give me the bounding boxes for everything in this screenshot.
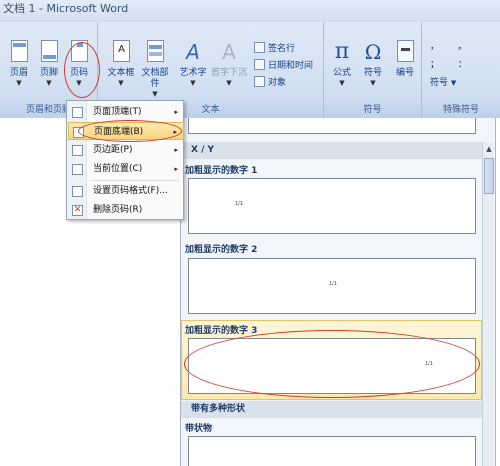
menu-item-page-top[interactable]: 页面顶端(T) ▸ bbox=[68, 103, 184, 121]
group-special-symbols: ， 。 ； ： 符号 ▼ 特殊符号 bbox=[422, 22, 500, 118]
current-position-icon bbox=[72, 164, 83, 175]
gallery-item-title-shape: 带状物 bbox=[185, 424, 213, 434]
menu-item-current-position[interactable]: 当前位置(C) ▸ bbox=[68, 160, 184, 178]
page-number-text: 1/1 bbox=[329, 281, 338, 287]
footer-icon bbox=[38, 40, 60, 64]
group-label-symbols: 符号 bbox=[324, 103, 421, 118]
special-symbol-comma[interactable]: ， bbox=[430, 40, 439, 54]
header-icon bbox=[8, 40, 30, 64]
dropcap-icon: A bbox=[222, 40, 236, 64]
equation-button[interactable]: π 公式 ▼ bbox=[327, 40, 357, 88]
special-symbol-period[interactable]: 。 bbox=[458, 40, 467, 54]
signature-button[interactable]: 签名行 bbox=[254, 42, 295, 56]
omega-icon: Ω bbox=[364, 40, 382, 64]
gallery-section-xy: X / Y bbox=[181, 142, 482, 159]
page-number-button[interactable]: 页码 ▼ bbox=[64, 40, 94, 88]
submenu-arrow-icon: ▸ bbox=[174, 108, 178, 116]
scroll-up-icon[interactable]: ▲ bbox=[483, 142, 495, 156]
footer-button[interactable]: 页脚 ▼ bbox=[34, 40, 64, 88]
dropcap-button[interactable]: A 首字下沉 ▼ bbox=[210, 40, 248, 88]
pi-icon: π bbox=[334, 39, 350, 64]
gallery-item-3[interactable]: 1/1 bbox=[188, 338, 476, 394]
symbol-button[interactable]: Ω 符号 ▼ bbox=[358, 40, 388, 88]
page-top-icon bbox=[72, 107, 83, 118]
wordart-icon: A bbox=[186, 40, 200, 64]
special-symbol-semicolon[interactable]: ； bbox=[430, 58, 439, 72]
gallery-item-title-3: 加粗显示的数字 3 bbox=[185, 326, 258, 336]
signature-icon bbox=[254, 42, 265, 53]
page-number-text: 1/1 bbox=[235, 201, 244, 207]
page-bottom-icon bbox=[73, 127, 84, 138]
number-icon bbox=[394, 40, 416, 64]
submenu-arrow-icon: ▸ bbox=[173, 128, 177, 136]
gallery-item-shape[interactable] bbox=[188, 436, 476, 466]
scrollbar-thumb[interactable] bbox=[484, 158, 494, 194]
quickparts-button[interactable]: 文档部件 ▼ bbox=[140, 40, 170, 99]
special-symbol-colon[interactable]: ： bbox=[458, 58, 467, 72]
object-button[interactable]: 对象 bbox=[254, 76, 286, 90]
format-icon bbox=[72, 186, 83, 197]
gallery-item-2[interactable]: 1/1 bbox=[188, 258, 476, 314]
calendar-icon bbox=[254, 59, 265, 70]
header-button[interactable]: 页眉 ▼ bbox=[4, 40, 34, 88]
special-symbol-more-button[interactable]: 符号 ▼ bbox=[430, 76, 456, 90]
textbox-button[interactable]: A 文本框 ▼ bbox=[106, 40, 136, 88]
wordart-button[interactable]: A 艺术字 ▼ bbox=[178, 40, 208, 88]
gallery-item-1[interactable]: 1/1 bbox=[188, 178, 476, 234]
submenu-arrow-icon: ▸ bbox=[174, 146, 178, 154]
quickparts-icon bbox=[144, 40, 166, 64]
page-number-icon bbox=[68, 40, 90, 64]
page-margin-icon bbox=[72, 145, 83, 156]
object-icon bbox=[254, 76, 265, 87]
gallery-item-title-2: 加粗显示的数字 2 bbox=[185, 245, 258, 255]
group-symbols: π 公式 ▼ Ω 符号 ▼ 编号 符号 bbox=[324, 22, 422, 118]
group-label-special-symbols: 特殊符号 bbox=[422, 103, 500, 118]
gallery-scrollbar[interactable]: ▲ bbox=[482, 142, 494, 466]
submenu-arrow-icon: ▸ bbox=[174, 165, 178, 173]
datetime-button[interactable]: 日期和时间 bbox=[254, 59, 313, 73]
menu-item-page-margin[interactable]: 页边距(P) ▸ bbox=[68, 141, 184, 159]
textbox-icon: A bbox=[110, 40, 132, 64]
number-button[interactable]: 编号 bbox=[390, 40, 420, 79]
menu-item-format-page-numbers[interactable]: 设置页码格式(F)... bbox=[68, 182, 184, 200]
menu-item-remove-page-numbers[interactable]: ✕ 删除页码(R) bbox=[68, 201, 184, 219]
menu-separator bbox=[91, 180, 179, 181]
delete-icon: ✕ bbox=[72, 205, 83, 216]
page-number-text: 1/1 bbox=[425, 361, 434, 367]
window-title: 文档 1 - Microsoft Word bbox=[3, 2, 129, 15]
menu-item-page-bottom[interactable]: 页面底端(B) ▸ bbox=[68, 122, 184, 140]
page-number-menu: 页面顶端(T) ▸ 页面底端(B) ▸ 页边距(P) ▸ 当前位置(C) ▸ 设… bbox=[66, 100, 184, 220]
gallery-section-shapes: 带有多种形状 bbox=[181, 401, 482, 418]
gallery-item-title-1: 加粗显示的数字 1 bbox=[185, 166, 258, 176]
title-bar: 文档 1 - Microsoft Word bbox=[0, 0, 500, 22]
gallery-top-thumbnail[interactable] bbox=[188, 118, 476, 134]
